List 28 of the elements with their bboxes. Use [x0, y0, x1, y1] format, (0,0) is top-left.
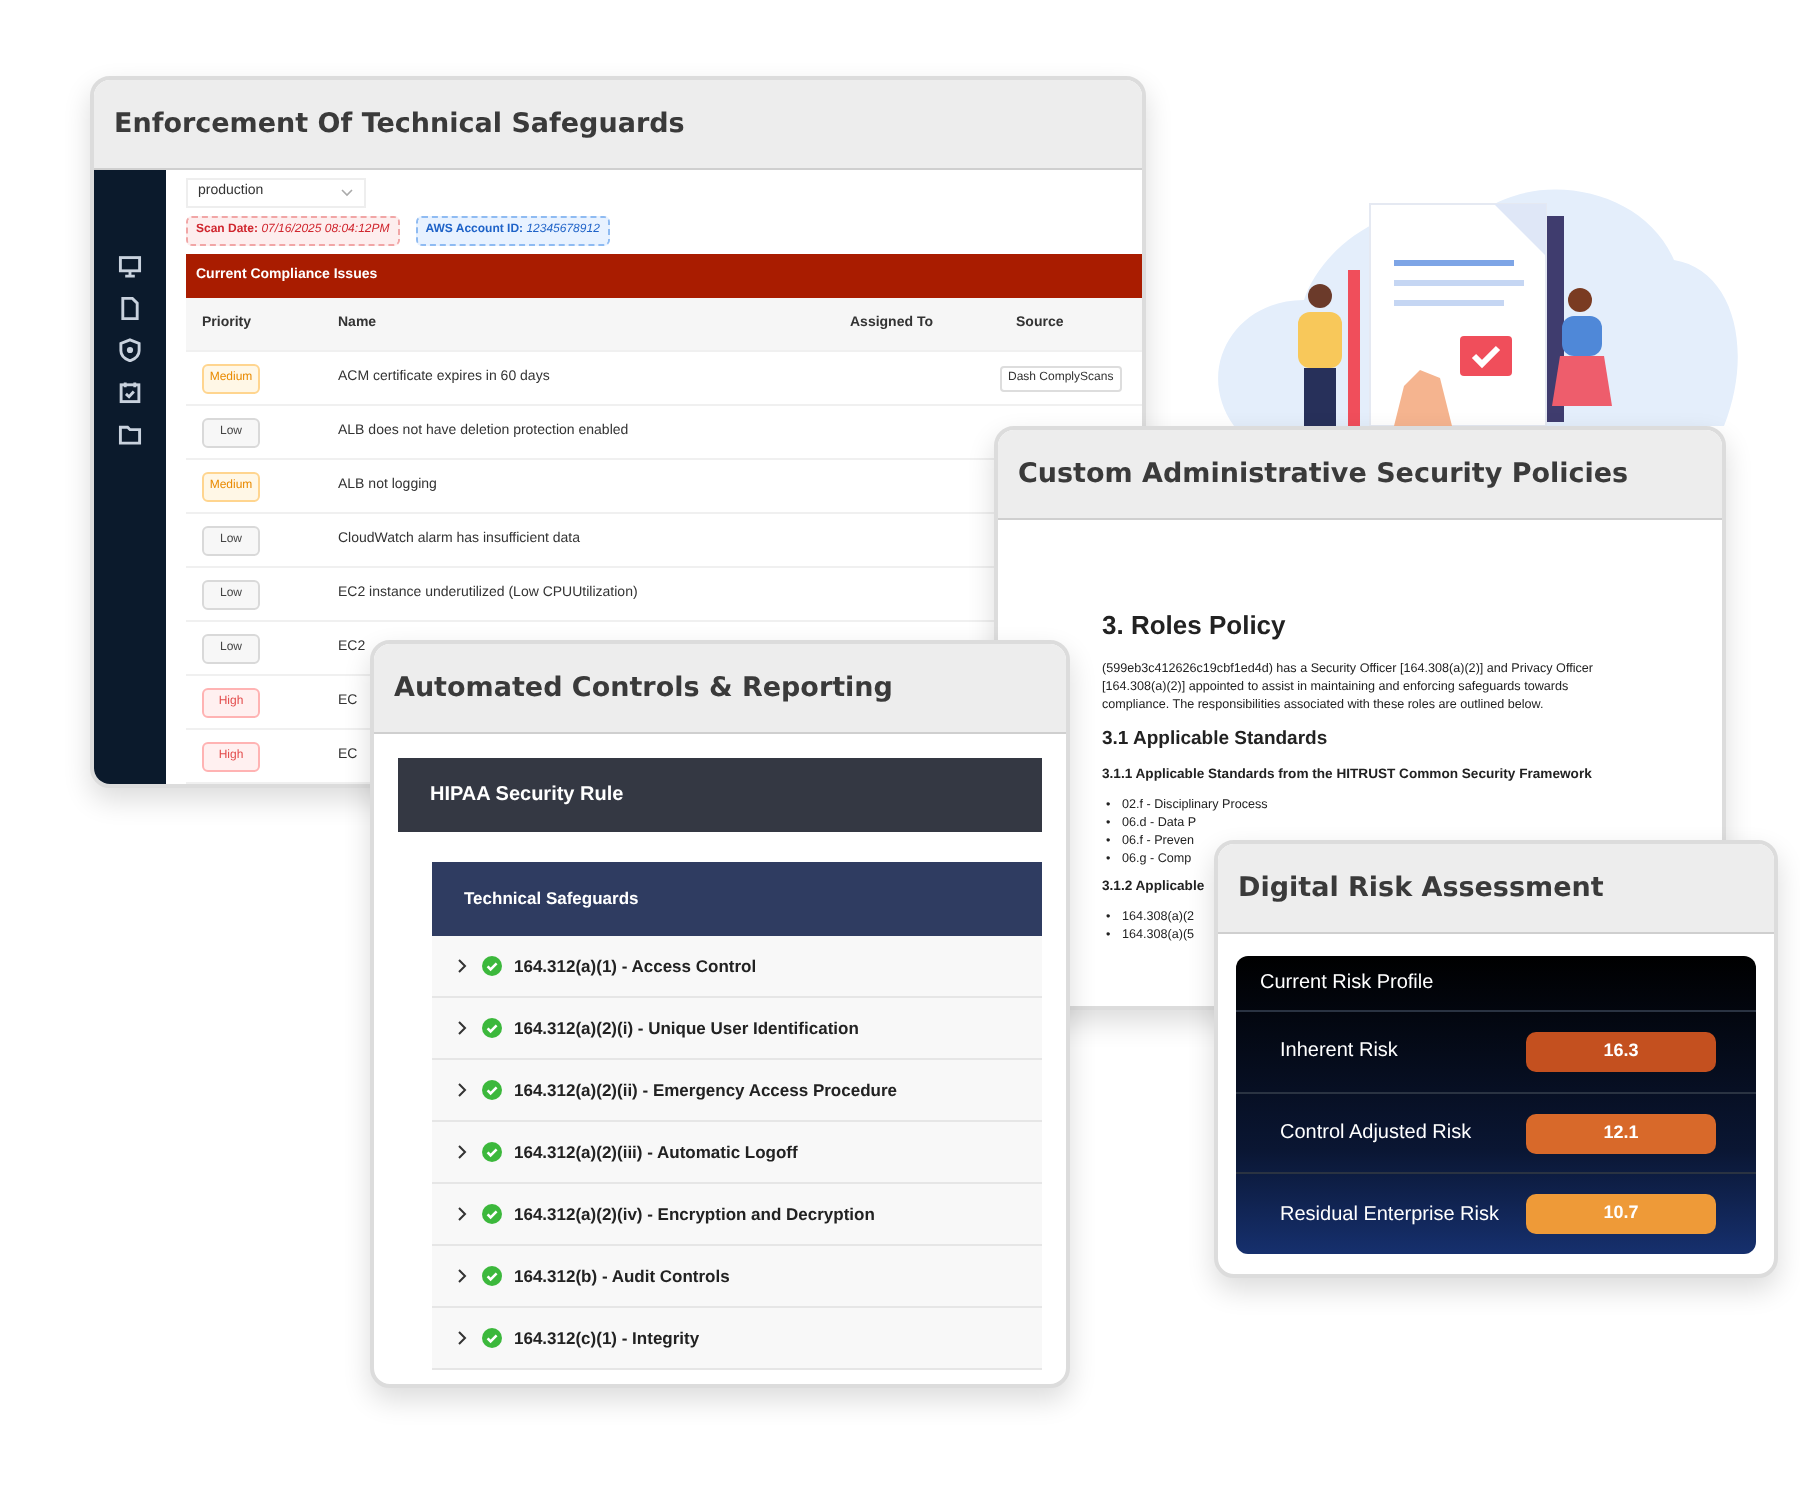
accordion-item[interactable]: 164.312(c)(1) - Integrity — [432, 1308, 1042, 1370]
shield-icon — [118, 338, 142, 362]
panel-header: HIPAA Security Rule — [398, 758, 1042, 832]
card-title: Enforcement Of Technical Safeguards — [114, 105, 685, 144]
caret-icon — [340, 188, 354, 198]
subsection-heading: 3.1 Applicable Standards — [1102, 726, 1328, 754]
calendar-check-icon — [118, 380, 142, 404]
accordion-item[interactable]: 164.312(a)(2)(iv) - Encryption and Decryption — [432, 1184, 1042, 1246]
section-heading: 3. Roles Policy — [1102, 608, 1286, 644]
accordion-item[interactable]: 164.312(a)(2)(iii) - Automatic Logoff — [432, 1122, 1042, 1184]
risk-value: 16.3 — [1526, 1031, 1716, 1072]
section-header: Technical Safeguards — [432, 862, 1042, 936]
risk-value: 10.7 — [1526, 1194, 1716, 1235]
document-icon — [118, 296, 142, 320]
card-title: Custom Administrative Security Policies — [1018, 455, 1629, 494]
accordion-item[interactable]: 164.312(a)(1) - Access Control — [432, 936, 1042, 998]
risk-label: Inherent Risk — [1280, 1038, 1398, 1067]
accordion-item[interactable]: 164.312(a)(2)(i) - Unique User Identification — [432, 998, 1042, 1060]
accordion-item[interactable]: 164.312(b) - Audit Controls — [432, 1246, 1042, 1308]
risk-label: Control Adjusted Risk — [1280, 1120, 1472, 1148]
panel-title: Current Risk Profile — [1236, 956, 1756, 1012]
card-title: Automated Controls & Reporting — [394, 669, 893, 708]
risk-value: 12.1 — [1526, 1113, 1716, 1153]
monitor-icon — [118, 254, 142, 278]
folder-icon — [118, 422, 142, 446]
risk-label: Residual Enterprise Risk — [1280, 1201, 1499, 1230]
card-title: Digital Risk Assessment — [1238, 869, 1604, 908]
accordion-item[interactable]: 164.312(a)(2)(ii) - Emergency Access Procedure — [432, 1060, 1042, 1122]
